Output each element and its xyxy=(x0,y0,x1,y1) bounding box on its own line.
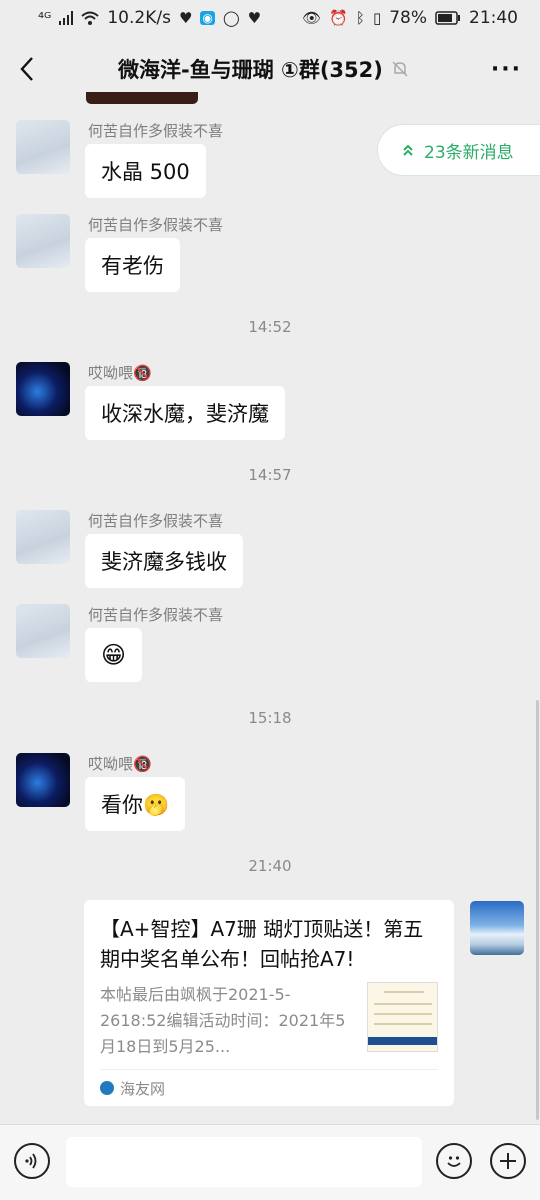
alarm-icon: ⏰ xyxy=(329,9,348,27)
avatar[interactable] xyxy=(16,510,70,564)
network-speed: 10.2K/s xyxy=(107,8,171,28)
bluetooth-icon: ᛒ xyxy=(355,9,365,27)
avatar[interactable] xyxy=(16,214,70,268)
timestamp: 14:57 xyxy=(248,466,292,484)
message-bubble[interactable]: 看你🫢 xyxy=(85,777,186,831)
double-chevron-up-icon xyxy=(403,144,413,156)
chat-header: 微海洋-鱼与珊瑚 ①群(352) ··· xyxy=(0,36,540,102)
message-input[interactable] xyxy=(66,1137,422,1187)
message-bubble[interactable]: 斐济魔多钱收 xyxy=(85,534,243,588)
avatar[interactable] xyxy=(16,604,70,658)
timestamp: 21:40 xyxy=(248,857,292,875)
eye-icon: 👁 xyxy=(302,9,322,27)
wifi-icon xyxy=(81,11,100,25)
voice-button[interactable] xyxy=(14,1143,50,1179)
heart-icon: ♥ xyxy=(178,9,193,27)
timestamp: 14:52 xyxy=(248,318,292,336)
sender-name: 何苦自作多假装不喜 xyxy=(88,216,224,234)
scrollbar[interactable] xyxy=(536,700,539,1120)
self-avatar[interactable] xyxy=(470,901,524,955)
message-bubble[interactable]: 有老伤 xyxy=(85,238,180,292)
sender-name: 哎呦喂🔞 xyxy=(88,755,152,773)
link-card[interactable]: 【A+智控】A7珊 瑚灯顶贴送！第五期中奖名单公布！回帖抢A7! 本帖最后由飒枫… xyxy=(84,900,454,1106)
sender-name: 何苦自作多假装不喜 xyxy=(88,512,224,530)
avatar[interactable] xyxy=(16,362,70,416)
vibrate-icon: ▯ xyxy=(372,9,382,27)
circle-icon: ◯ xyxy=(222,9,240,27)
sender-name: 何苦自作多假装不喜 xyxy=(88,606,224,624)
input-bar xyxy=(0,1124,540,1200)
heart-icon: ♥ xyxy=(247,9,262,27)
network-label: ⁴ᴳ xyxy=(38,9,52,27)
more-button[interactable]: ··· xyxy=(491,57,522,82)
chevron-left-icon xyxy=(20,57,33,81)
battery-percent: 78% xyxy=(389,8,427,28)
new-messages-label: 23条新消息 xyxy=(424,142,514,163)
emoji-button[interactable] xyxy=(436,1143,472,1179)
link-card-source: 海友网 xyxy=(100,1069,438,1106)
message-bubble[interactable]: 水晶 500 xyxy=(85,144,206,198)
bell-off-icon xyxy=(392,61,408,77)
message-bubble[interactable]: 收深水魔，斐济魔 xyxy=(85,386,285,440)
back-button[interactable] xyxy=(18,55,36,83)
link-card-description: 本帖最后由飒枫于2021-5-2618:52编辑活动时间：2021年5月18日到… xyxy=(100,985,346,1056)
link-card-title: 【A+智控】A7珊 瑚灯顶贴送！第五期中奖名单公布！回帖抢A7! xyxy=(100,917,424,971)
avatar[interactable] xyxy=(16,120,70,174)
link-card-source-name: 海友网 xyxy=(120,1079,166,1098)
new-messages-button[interactable]: 23条新消息 xyxy=(377,124,540,176)
voice-icon xyxy=(25,1153,37,1169)
emoji-icon xyxy=(447,1156,461,1167)
chat-title-area: 微海洋-鱼与珊瑚 ①群(352) xyxy=(118,54,409,84)
sender-name: 何苦自作多假装不喜 xyxy=(88,122,224,140)
status-bar: ⁴ᴳ 10.2K/s ♥ ◉ ◯ ♥ 👁 ⏰ ᛒ ▯ 78% 21:40 xyxy=(0,0,540,36)
more-icon: ··· xyxy=(490,56,522,82)
timestamp: 15:18 xyxy=(248,709,292,727)
signal-icon xyxy=(59,11,74,25)
link-card-thumbnail xyxy=(367,982,438,1052)
emoji-bubble[interactable]: 😁 xyxy=(85,628,143,682)
app-notification-icon: ◉ xyxy=(200,11,215,25)
source-logo-icon xyxy=(100,1081,114,1095)
plus-icon xyxy=(500,1153,516,1169)
sender-name: 哎呦喂🔞 xyxy=(88,364,152,382)
previous-message-edge xyxy=(86,92,198,104)
battery-icon xyxy=(435,11,460,25)
plus-button[interactable] xyxy=(490,1143,526,1179)
avatar[interactable] xyxy=(16,753,70,807)
chat-title: 微海洋-鱼与珊瑚 ①群(352) xyxy=(118,58,383,82)
clock: 21:40 xyxy=(469,8,518,28)
